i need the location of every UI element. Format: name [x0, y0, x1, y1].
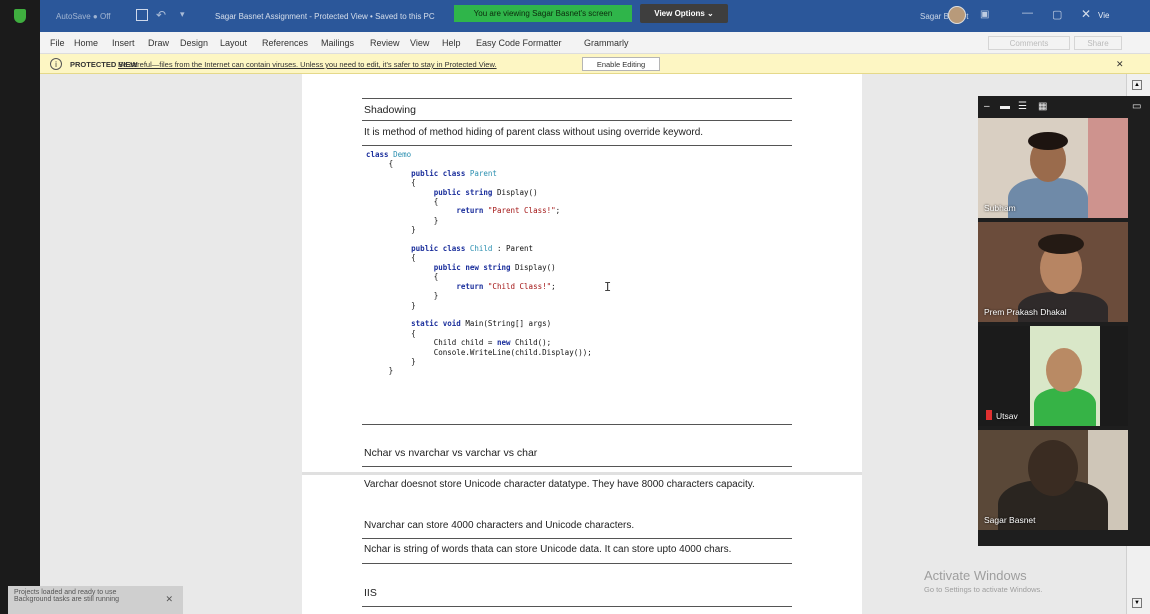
enable-editing-button[interactable]: Enable Editing — [582, 57, 660, 71]
screen: AutoSave ● Off ↶ ▾ Sagar Basnet Assignme… — [0, 0, 1150, 614]
save-icon[interactable] — [136, 9, 148, 21]
participant-tile[interactable]: Prem Prakash Dhakal — [978, 222, 1128, 322]
table-border — [362, 98, 792, 99]
notification-title: Projects loaded and ready to use — [14, 589, 117, 596]
meeting-participants-panel: – ▬ ☰ ▦ ▭ Subham Prem Prakash Dhakal Uts… — [978, 96, 1150, 546]
view-label[interactable]: Vie — [1098, 11, 1109, 20]
shadowing-description: It is method of method hiding of parent … — [364, 127, 704, 138]
hide-video-icon[interactable]: ▬ — [1000, 101, 1010, 112]
autosave-toggle[interactable]: AutoSave ● Off — [56, 12, 111, 21]
participant-face — [1046, 348, 1082, 392]
menu-grammarly[interactable]: Grammarly — [584, 38, 629, 48]
menu-design[interactable]: Design — [180, 38, 208, 48]
document-title: Sagar Basnet Assignment - Protected View… — [215, 12, 435, 21]
menu-home[interactable]: Home — [74, 38, 98, 48]
activate-title: Activate Windows — [924, 568, 1027, 583]
page-break — [302, 472, 862, 475]
quick-access-dropdown-icon[interactable]: ▾ — [180, 9, 185, 20]
table-border — [362, 606, 792, 607]
table-border — [362, 563, 792, 564]
participant-hair — [1028, 132, 1068, 150]
table-border — [362, 466, 792, 467]
participant-name: Prem Prakash Dhakal — [984, 307, 1067, 317]
menu-file[interactable]: File — [50, 38, 65, 48]
info-icon: i — [50, 58, 62, 70]
shield-icon[interactable] — [14, 9, 26, 23]
menu-review[interactable]: Review — [370, 38, 400, 48]
minimize-panel-icon[interactable]: – — [984, 101, 990, 112]
table-border — [362, 538, 792, 539]
activate-windows-watermark: Activate Windows Go to Settings to activ… — [924, 568, 1042, 594]
menu-view[interactable]: View — [410, 38, 429, 48]
menu-layout[interactable]: Layout — [220, 38, 247, 48]
varchar-text: Varchar doesnot store Unicode character … — [364, 479, 755, 490]
participant-name: Subham — [984, 203, 1016, 213]
nchar-heading: Nchar vs nvarchar vs varchar vs char — [364, 447, 538, 459]
share-button[interactable]: Share — [1074, 36, 1122, 50]
menu-bar: File Home Insert Draw Design Layout Refe… — [40, 32, 1150, 54]
scroll-up-icon[interactable]: ▲ — [1132, 80, 1142, 90]
iis-heading: IIS — [364, 587, 377, 599]
notification-subtitle: Background tasks are still running — [14, 596, 120, 603]
menu-references[interactable]: References — [262, 38, 308, 48]
view-options-button[interactable]: View Options ⌄ — [640, 4, 728, 23]
nvarchar-text: Nvarchar can store 4000 characters and U… — [364, 520, 635, 531]
nchar-text: Nchar is string of words thata can store… — [364, 544, 732, 555]
menu-easy-code-formatter[interactable]: Easy Code Formatter — [476, 38, 562, 48]
close-icon[interactable]: ✕ — [1081, 7, 1091, 21]
menu-help[interactable]: Help — [442, 38, 461, 48]
undo-icon[interactable]: ↶ — [156, 8, 166, 22]
panel-toolbar: – ▬ ☰ ▦ ▭ — [978, 96, 1150, 118]
menu-insert[interactable]: Insert — [112, 38, 135, 48]
gallery-view-icon[interactable]: ▦ — [1038, 101, 1047, 112]
participant-face — [1028, 440, 1078, 496]
menu-mailings[interactable]: Mailings — [321, 38, 354, 48]
participant-tile[interactable]: Utsav — [978, 326, 1128, 426]
participant-name: Utsav — [996, 411, 1018, 421]
minimize-icon[interactable]: — — [1022, 7, 1033, 19]
participant-body — [1034, 388, 1096, 426]
layout-icon[interactable]: ▭ — [1132, 101, 1141, 112]
avatar[interactable] — [948, 6, 966, 24]
muted-mic-icon — [986, 410, 992, 420]
table-border — [362, 120, 792, 121]
close-icon[interactable]: ✕ — [1116, 59, 1124, 70]
screen-share-banner: You are viewing Sagar Basnet's screen — [454, 5, 632, 22]
speaker-view-icon[interactable]: ☰ — [1018, 101, 1027, 112]
code-snippet: class Demo { public class Parent { publi… — [366, 150, 592, 376]
comments-button[interactable]: Comments — [988, 36, 1070, 50]
participant-tile[interactable]: Sagar Basnet — [978, 430, 1128, 530]
protected-view-bar: i PROTECTED VIEW Be careful—files from t… — [40, 54, 1150, 74]
curtain — [1088, 118, 1128, 218]
participant-body — [1008, 178, 1088, 218]
table-border — [362, 424, 792, 425]
title-bar: AutoSave ● Off ↶ ▾ Sagar Basnet Assignme… — [40, 0, 1150, 32]
close-icon[interactable]: ✕ — [165, 594, 173, 605]
participant-tile[interactable]: Subham — [978, 118, 1128, 218]
participant-name: Sagar Basnet — [984, 515, 1036, 525]
activate-subtitle: Go to Settings to activate Windows. — [924, 585, 1043, 594]
participant-hair — [1038, 234, 1084, 254]
protected-view-message[interactable]: Be careful—files from the Internet can c… — [118, 60, 497, 69]
ribbon-display-options-icon[interactable]: ▣ — [980, 9, 989, 20]
shadowing-heading: Shadowing — [364, 104, 416, 116]
scroll-down-icon[interactable]: ▼ — [1132, 598, 1142, 608]
text-cursor-icon: I — [604, 280, 612, 294]
notification-toast[interactable]: Projects loaded and ready to use Backgro… — [8, 586, 183, 614]
menu-draw[interactable]: Draw — [148, 38, 169, 48]
restore-icon[interactable]: ▢ — [1052, 8, 1062, 21]
left-strip — [0, 0, 40, 614]
table-border — [362, 145, 792, 146]
